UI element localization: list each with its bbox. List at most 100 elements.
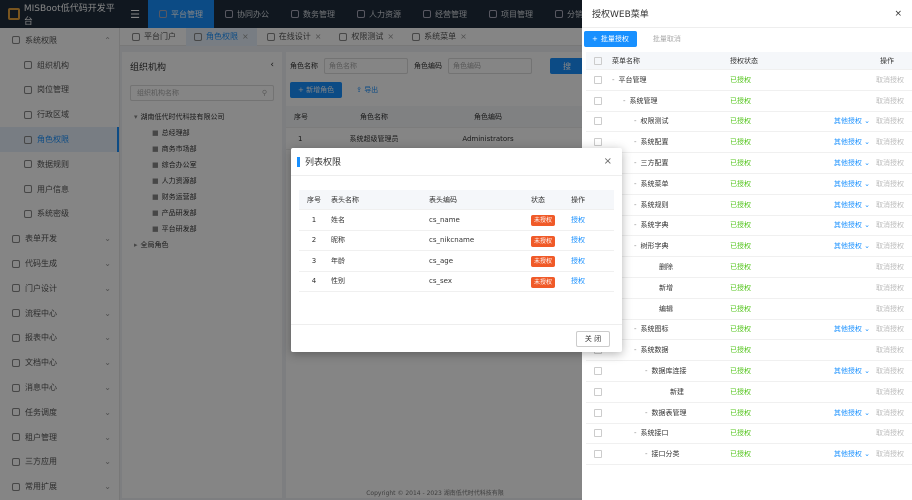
row-actions: 其他授权 ⌄ 取消授权	[830, 366, 912, 376]
other-auth-link[interactable]: 其他授权 ⌄	[834, 158, 870, 168]
row-checkbox[interactable]	[594, 96, 602, 105]
cancel-auth-link[interactable]: 取消授权	[876, 408, 904, 418]
collapse-icon[interactable]: -	[634, 242, 637, 250]
table-row[interactable]: - 系统菜单 已授权 其他授权 ⌄ 取消授权	[586, 174, 912, 195]
row-checkbox[interactable]	[594, 408, 602, 417]
cancel-auth-link[interactable]: 取消授权	[876, 428, 904, 438]
cancel-auth-link[interactable]: 取消授权	[876, 387, 904, 397]
auth-drawer: 授权WEB菜单 × + 批量授权 批量取消 菜单名称 授权状态 操作 - 平台管理已…	[582, 0, 912, 500]
status-cell: 未授权	[531, 235, 571, 247]
cancel-auth-link[interactable]: 取消授权	[876, 345, 904, 355]
collapse-icon[interactable]: -	[645, 450, 648, 458]
batch-auth-button[interactable]: + 批量授权	[584, 31, 637, 47]
other-auth-link[interactable]: 其他授权 ⌄	[834, 179, 870, 189]
collapse-icon[interactable]: -	[634, 180, 637, 188]
table-row[interactable]: - 接口分类 已授权 其他授权 ⌄ 取消授权	[586, 444, 912, 466]
cancel-auth-link[interactable]: 取消授权	[876, 366, 904, 376]
other-auth-link[interactable]: 其他授权 ⌄	[834, 366, 870, 376]
menu-name-cell: - 数据库连接	[612, 366, 730, 376]
col-op: 操作	[571, 195, 585, 204]
cancel-auth-link[interactable]: 取消授权	[876, 96, 904, 106]
collapse-icon[interactable]: -	[634, 201, 637, 209]
authorize-link[interactable]: 授权	[571, 216, 585, 224]
close-icon[interactable]: ×	[894, 9, 902, 19]
cancel-auth-link[interactable]: 取消授权	[876, 283, 904, 293]
table-row[interactable]: - 系统图标 已授权 其他授权 ⌄ 取消授权	[586, 320, 912, 341]
row-checkbox[interactable]	[594, 138, 602, 147]
collapse-icon[interactable]: -	[645, 409, 648, 417]
batch-cancel-button[interactable]: 批量取消	[647, 31, 687, 47]
cancel-auth-link[interactable]: 取消授权	[876, 304, 904, 314]
collapse-icon[interactable]: -	[634, 221, 637, 229]
collapse-icon[interactable]: -	[634, 159, 637, 167]
table-row[interactable]: - 平台管理 已授权 取消授权	[586, 70, 912, 91]
other-auth-link[interactable]: 其他授权 ⌄	[834, 200, 870, 210]
table-row[interactable]: 删除 已授权 取消授权	[586, 257, 912, 278]
collapse-icon[interactable]: -	[634, 346, 637, 354]
list-permission-modal: 列表权限 × 序号 表头名称 表头编码 状态 操作 1 姓名 cs_name 未授权 授权…	[291, 148, 622, 352]
cancel-auth-link[interactable]: 取消授权	[876, 75, 904, 85]
other-auth-link[interactable]: 其他授权 ⌄	[834, 324, 870, 334]
close-icon[interactable]: ×	[604, 156, 612, 167]
other-auth-link[interactable]: 其他授权 ⌄	[834, 116, 870, 126]
row-no: 4	[311, 277, 317, 286]
menu-name-cell: - 权限测试	[612, 116, 730, 126]
table-row[interactable]: - 三方配置 已授权 其他授权 ⌄ 取消授权	[586, 153, 912, 174]
cancel-auth-link[interactable]: 取消授权	[876, 116, 904, 126]
authorize-link[interactable]: 授权	[571, 236, 585, 244]
table-row[interactable]: - 系统规则 已授权 其他授权 ⌄ 取消授权	[586, 195, 912, 216]
cancel-auth-link[interactable]: 取消授权	[876, 220, 904, 230]
close-button[interactable]: 关 闭	[576, 331, 610, 347]
other-auth-link[interactable]: 其他授权 ⌄	[834, 449, 870, 459]
menu-name-cell: - 平台管理	[612, 75, 730, 85]
table-row[interactable]: - 数据表管理 已授权 其他授权 ⌄ 取消授权	[586, 403, 912, 424]
collapse-icon[interactable]: -	[634, 117, 637, 125]
table-row[interactable]: 编辑 已授权 取消授权	[586, 299, 912, 320]
cancel-auth-link[interactable]: 取消授权	[876, 137, 904, 147]
collapse-icon[interactable]: -	[612, 76, 615, 84]
table-row[interactable]: - 系统字典 已授权 其他授权 ⌄ 取消授权	[586, 216, 912, 237]
table-row[interactable]: - 系统配置 已授权 其他授权 ⌄ 取消授权	[586, 132, 912, 154]
table-row[interactable]: - 权限测试 已授权 其他授权 ⌄ 取消授权	[586, 112, 912, 133]
authorize-link[interactable]: 授权	[571, 277, 585, 285]
collapse-icon[interactable]: -	[623, 97, 626, 105]
row-actions: 取消授权	[830, 304, 912, 314]
cancel-auth-link[interactable]: 取消授权	[876, 324, 904, 334]
cancel-auth-link[interactable]: 取消授权	[876, 200, 904, 210]
other-auth-link[interactable]: 其他授权 ⌄	[834, 220, 870, 230]
table-row[interactable]: 2 昵称 cs_nikcname 未授权 授权	[299, 231, 614, 251]
table-row[interactable]: - 系统管理 已授权 取消授权	[586, 91, 912, 112]
select-all-checkbox[interactable]	[594, 56, 602, 65]
table-row[interactable]: - 系统接口 已授权 取消授权	[586, 424, 912, 445]
row-checkbox[interactable]	[594, 75, 602, 84]
table-row[interactable]: - 数据库连接 已授权 其他授权 ⌄ 取消授权	[586, 361, 912, 382]
collapse-icon[interactable]: -	[645, 367, 648, 375]
row-checkbox[interactable]	[594, 387, 602, 396]
other-auth-link[interactable]: 其他授权 ⌄	[834, 241, 870, 251]
other-auth-link[interactable]: 其他授权 ⌄	[834, 408, 870, 418]
cancel-auth-link[interactable]: 取消授权	[876, 262, 904, 272]
collapse-icon[interactable]: -	[634, 429, 637, 437]
row-checkbox[interactable]	[594, 117, 602, 126]
cancel-auth-link[interactable]: 取消授权	[876, 158, 904, 168]
menu-name: 系统图标	[640, 325, 669, 334]
row-checkbox[interactable]	[594, 429, 602, 438]
col-status: 状态	[531, 195, 545, 204]
table-row[interactable]: - 系统数据 已授权 取消授权	[586, 340, 912, 362]
table-row[interactable]: 1 姓名 cs_name 未授权 授权	[299, 210, 614, 231]
table-row[interactable]: 3 年龄 cs_age 未授权 授权	[299, 251, 614, 272]
row-checkbox[interactable]	[594, 367, 602, 376]
other-auth-link[interactable]: 其他授权 ⌄	[834, 137, 870, 147]
collapse-icon[interactable]: -	[634, 325, 637, 333]
table-row[interactable]: - 树形字典 已授权 其他授权 ⌄ 取消授权	[586, 236, 912, 258]
row-actions: 其他授权 ⌄ 取消授权	[830, 241, 912, 251]
authorize-link[interactable]: 授权	[571, 257, 585, 265]
table-row[interactable]: 新建 已授权 取消授权	[586, 382, 912, 403]
row-checkbox[interactable]	[594, 450, 602, 459]
collapse-icon[interactable]: -	[634, 138, 637, 146]
table-row[interactable]: 新增 已授权 取消授权	[586, 278, 912, 299]
cancel-auth-link[interactable]: 取消授权	[876, 241, 904, 251]
table-row[interactable]: 4 性别 cs_sex 未授权 授权	[299, 272, 614, 292]
cancel-auth-link[interactable]: 取消授权	[876, 449, 904, 459]
cancel-auth-link[interactable]: 取消授权	[876, 179, 904, 189]
